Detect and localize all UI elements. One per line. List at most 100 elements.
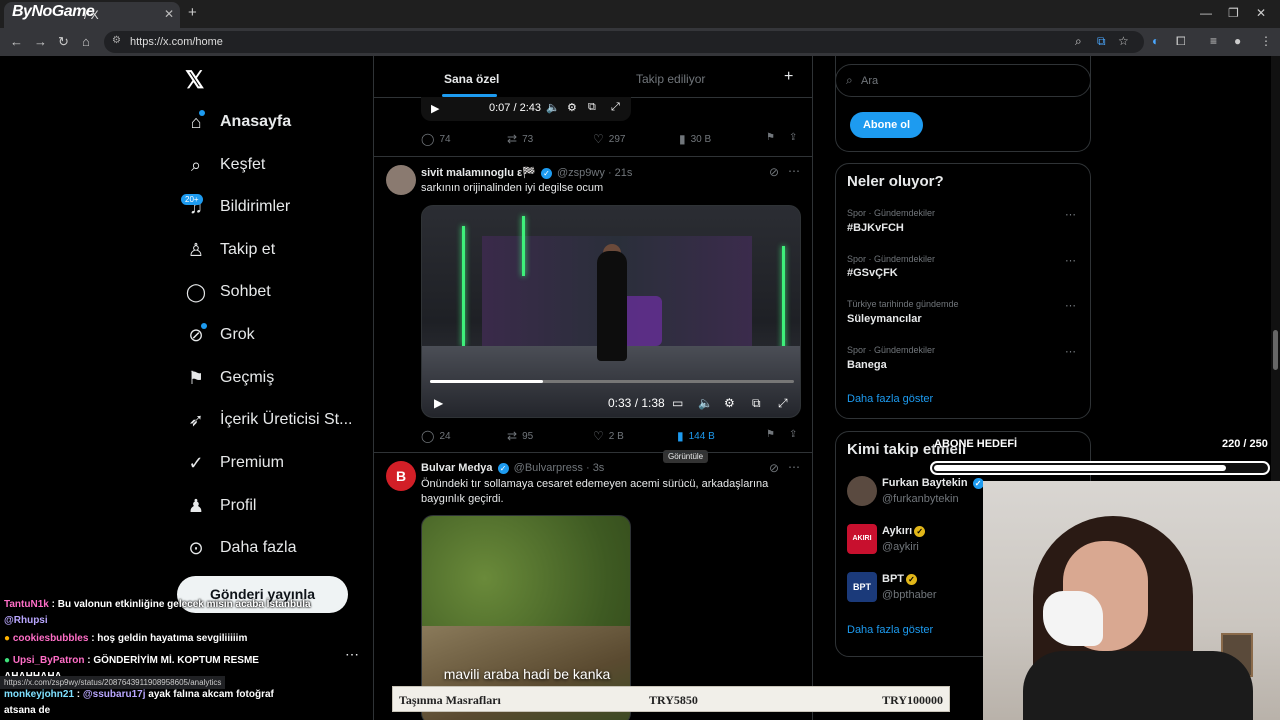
avatar[interactable] bbox=[386, 165, 416, 195]
subscribe-button[interactable]: Abone ol bbox=[850, 112, 923, 138]
more-icon[interactable]: ⋯ bbox=[1065, 208, 1076, 221]
video-progress[interactable] bbox=[430, 380, 794, 383]
bookmark-button[interactable]: ⚑ bbox=[766, 132, 775, 143]
repost-button[interactable]: ⇄ 73 bbox=[507, 132, 533, 146]
trend-category: Spor · Gündemdekiler bbox=[847, 345, 936, 355]
nav-premium[interactable]: ✓ Premium bbox=[185, 448, 284, 478]
forward-icon[interactable]: → bbox=[34, 34, 47, 49]
trend-name[interactable]: #BJKvFCH bbox=[847, 222, 904, 234]
more-icon[interactable]: ⋯ bbox=[1065, 345, 1076, 358]
settings-icon[interactable]: ⚙ bbox=[567, 101, 577, 114]
neon-light bbox=[522, 216, 525, 276]
like-button[interactable]: ♡ 2 B bbox=[593, 429, 624, 443]
post-time[interactable]: · 3s bbox=[586, 462, 604, 474]
like-button[interactable]: ♡ 297 bbox=[593, 132, 625, 146]
share-icon[interactable]: ⇪ bbox=[789, 429, 797, 440]
avatar[interactable]: ● bbox=[1234, 34, 1241, 48]
reload-icon[interactable]: ↻ bbox=[58, 34, 69, 50]
more-icon[interactable]: ⋯ bbox=[1065, 254, 1076, 267]
new-tab-button[interactable]: + bbox=[188, 4, 197, 21]
trend-name[interactable]: Banega bbox=[847, 359, 887, 371]
views-button[interactable]: ▮ 30 B bbox=[679, 132, 711, 146]
site-info-icon[interactable]: ⚙ bbox=[112, 35, 121, 46]
nav-label: Sohbet bbox=[220, 283, 271, 300]
bookmark-button[interactable]: ⚑ bbox=[766, 429, 775, 440]
chat-user: monkeyjohn21 bbox=[4, 689, 75, 700]
back-icon[interactable]: ← bbox=[10, 34, 23, 49]
nav-chat[interactable]: ◯ Sohbet bbox=[185, 277, 271, 307]
bpt-logo[interactable]: BPT bbox=[847, 572, 877, 602]
close-icon[interactable]: ✕ bbox=[164, 7, 174, 21]
play-icon[interactable]: ▶ bbox=[431, 102, 439, 115]
puzzle-icon[interactable]: ⧠ bbox=[1176, 34, 1186, 49]
scroll-thumb[interactable] bbox=[1273, 330, 1278, 370]
view-count: 30 B bbox=[690, 133, 712, 145]
share-icon[interactable]: ⇪ bbox=[789, 132, 797, 143]
grok-icon[interactable]: ⊘ bbox=[769, 461, 779, 475]
streamer-shirt bbox=[1023, 651, 1253, 720]
play-icon[interactable]: ▶ bbox=[434, 396, 443, 410]
view-count: 144 B bbox=[688, 430, 715, 442]
reply-button[interactable]: ◯ 74 bbox=[421, 132, 451, 146]
show-more-link[interactable]: Daha fazla göster bbox=[847, 393, 933, 405]
reply-button[interactable]: ◯ 24 bbox=[421, 429, 451, 443]
pip-icon[interactable]: ⧉ bbox=[588, 101, 596, 114]
browser-tab[interactable]: ByNoGame / X ✕ bbox=[4, 2, 180, 28]
menu-icon[interactable]: ⋮ bbox=[1260, 34, 1272, 48]
settings-icon[interactable]: ⚙ bbox=[724, 396, 735, 410]
post-time[interactable]: · 21s bbox=[608, 167, 632, 179]
show-more-link[interactable]: Daha fazla göster bbox=[847, 624, 933, 636]
add-tab-icon[interactable]: + bbox=[784, 68, 793, 86]
avatar[interactable] bbox=[847, 476, 877, 506]
nav-grok[interactable]: ⊘ Grok bbox=[185, 320, 254, 350]
zoom-icon[interactable]: ⌕ bbox=[1075, 34, 1082, 49]
tab-for-you[interactable]: Sana özel bbox=[444, 72, 499, 86]
window-close-icon[interactable]: ✕ bbox=[1256, 6, 1266, 20]
follow-name[interactable]: BPT ✓ bbox=[882, 573, 917, 585]
media-icon[interactable]: ≡ bbox=[1210, 34, 1217, 48]
nav-explore[interactable]: ⌕ Keşfet bbox=[185, 150, 265, 180]
trend-name[interactable]: Süleymancılar bbox=[847, 313, 922, 325]
nav-profile[interactable]: ♟ Profil bbox=[185, 491, 257, 521]
home-page-icon[interactable]: ⌂ bbox=[82, 34, 90, 49]
volume-icon[interactable]: 🔈 bbox=[698, 396, 713, 410]
maximize-icon[interactable]: ❐ bbox=[1228, 6, 1239, 20]
extension-icon[interactable]: ◐ bbox=[1152, 34, 1159, 48]
captions-icon[interactable]: ▭ bbox=[672, 396, 683, 410]
author-name[interactable]: sivit malamınoglu ε🏁 bbox=[421, 167, 536, 179]
chat-text: : hoş geldin hayatıma sevgiliiiiim bbox=[91, 633, 248, 644]
grok-icon[interactable]: ⊘ bbox=[769, 165, 779, 179]
more-icon[interactable]: ⋯ bbox=[788, 164, 800, 178]
nav-creator-studio[interactable]: ➶ İçerik Üreticisi St... bbox=[185, 405, 352, 435]
minimize-icon[interactable]: — bbox=[1200, 6, 1212, 20]
more-icon: ⊙ bbox=[188, 537, 204, 558]
nav-more[interactable]: ⊙ Daha fazla bbox=[185, 533, 296, 563]
video-player[interactable]: ▶ 0:33 / 1:38 ▭ 🔈 ⚙ ⧉ ⤢ bbox=[421, 205, 801, 418]
more-icon[interactable]: ⋯ bbox=[788, 460, 800, 474]
views-button[interactable]: ▮ 144 B bbox=[677, 429, 715, 443]
aykiri-logo[interactable]: AKIRI bbox=[847, 524, 877, 554]
account-more-icon[interactable]: ⋯ bbox=[345, 646, 359, 663]
trend-category: Spor · Gündemdekiler bbox=[847, 208, 936, 218]
author-name[interactable]: Bulvar Medya bbox=[421, 462, 493, 474]
volume-icon[interactable]: 🔈 bbox=[546, 101, 560, 114]
author-handle[interactable]: @Bulvarpress bbox=[514, 462, 583, 474]
follow-name[interactable]: Furkan Baytekin ✓ bbox=[882, 477, 986, 489]
author-handle[interactable]: @zsp9wy bbox=[557, 167, 605, 179]
url-input[interactable]: ⚙ https://x.com/home bbox=[104, 31, 1144, 53]
avatar[interactable]: B bbox=[386, 461, 416, 491]
repost-button[interactable]: ⇄ 95 bbox=[507, 429, 533, 443]
fullscreen-icon[interactable]: ⤢ bbox=[778, 396, 788, 411]
pip-icon[interactable]: ⧉ bbox=[752, 396, 761, 411]
star-icon[interactable]: ☆ bbox=[1118, 34, 1129, 48]
fullscreen-icon[interactable]: ⤢ bbox=[611, 101, 620, 114]
translate-icon[interactable]: ⧉ bbox=[1097, 34, 1106, 49]
tab-following[interactable]: Takip ediliyor bbox=[636, 72, 705, 86]
nav-bookmarks[interactable]: ⚑ Geçmiş bbox=[185, 363, 274, 393]
follow-name-text: BPT bbox=[882, 573, 904, 585]
follow-name[interactable]: Aykırı ✓ bbox=[882, 525, 926, 537]
trend-name[interactable]: #GSvÇFK bbox=[847, 267, 898, 279]
more-icon[interactable]: ⋯ bbox=[1065, 299, 1076, 312]
nav-follow[interactable]: ♙ Takip et bbox=[185, 235, 275, 265]
x-logo[interactable]: 𝕏 bbox=[185, 66, 204, 95]
